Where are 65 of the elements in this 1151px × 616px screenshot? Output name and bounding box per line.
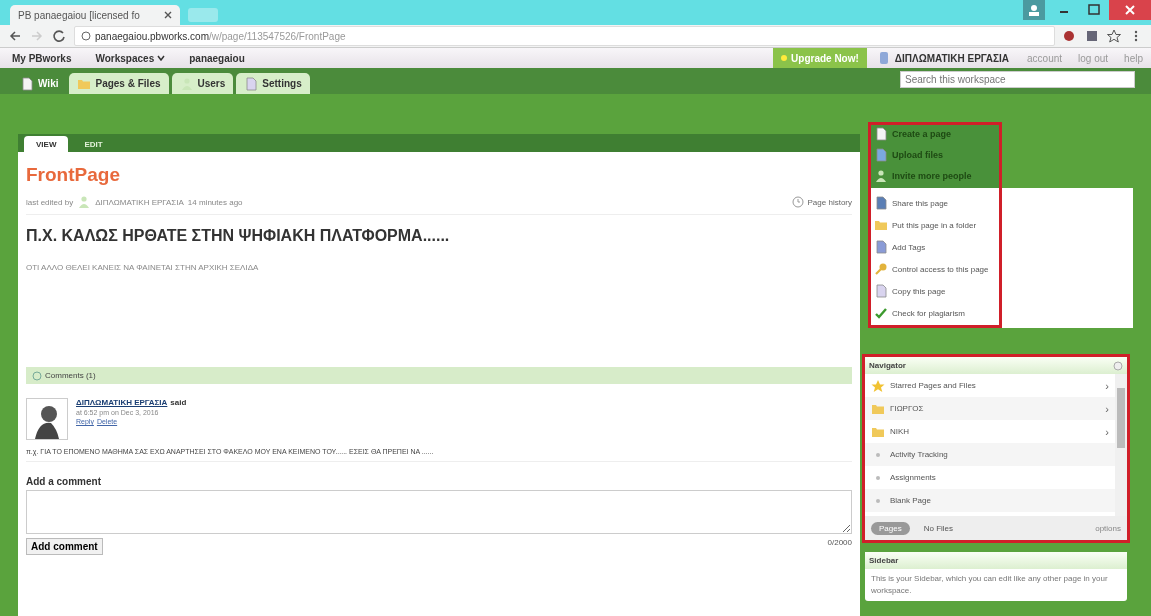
navigator-item[interactable]: Activity Tracking <box>865 443 1115 466</box>
nav-tab[interactable]: Pages & Files <box>69 73 169 94</box>
said-label: said <box>170 398 187 407</box>
navigator-item[interactable]: Blank Page <box>865 489 1115 512</box>
mode-tab[interactable]: VIEW <box>24 136 69 152</box>
reload-icon[interactable] <box>52 29 66 43</box>
key-icon <box>874 262 888 276</box>
top-nav-link[interactable]: My PBworks <box>0 52 84 64</box>
document-icon <box>874 127 888 141</box>
star-icon[interactable] <box>1107 29 1121 43</box>
document-icon <box>244 76 259 91</box>
panel-title: Sidebar <box>869 556 899 565</box>
action-link[interactable]: Add Tags <box>874 240 926 254</box>
person-icon <box>77 195 92 209</box>
close-icon[interactable] <box>164 11 172 19</box>
document-icon <box>20 76 34 91</box>
sidebar-text: This is your Sidebar, which you can edit like any other page in your workspace. <box>870 573 1109 597</box>
edit-info: last edited by <box>26 197 74 207</box>
user-name[interactable]: ΔΙΠΛΩΜΑΤΙΚΗ ΕΡΓΑΣΙΑ <box>894 52 1010 64</box>
edit-time: 14 minutes ago <box>187 197 243 207</box>
navigator-item[interactable]: ΝΙΚΗ › <box>865 420 1115 443</box>
address-bar[interactable]: panaegaiou.pbworks.com/w/page/113547526/FrontPage <box>74 26 1055 46</box>
nav-tab[interactable]: Settings <box>236 73 310 94</box>
avatar-silhouette <box>26 398 68 440</box>
action-link[interactable]: Copy this page <box>874 284 946 298</box>
character-counter: 0/2000 <box>827 538 852 547</box>
page-title: FrontPage <box>26 164 121 186</box>
nav-tab[interactable]: Users <box>171 73 234 94</box>
document-icon <box>874 284 888 298</box>
document-icon <box>874 240 888 254</box>
star-icon <box>871 378 885 393</box>
clock-icon <box>790 195 805 209</box>
browser-tab[interactable]: PB panaegaiou [licensed fo <box>10 5 180 25</box>
comments-header[interactable]: Comments (1) <box>26 367 852 384</box>
comment-author-link[interactable]: ΔΙΠΛΩΜΑΤΙΚΗ ΕΡΓΑΣΙΑ <box>76 398 168 407</box>
view-toggle[interactable]: No Files <box>915 521 962 535</box>
top-nav-link[interactable]: panaegaiou <box>177 52 257 64</box>
editor-link[interactable]: ΔΙΠΛΩΜΑΤΙΚΗ ΕΡΓΑΣΙΑ <box>95 197 184 207</box>
panel-title: Navigator <box>869 361 906 370</box>
mode-tab[interactable]: EDIT <box>72 136 115 152</box>
search-field[interactable]: Search this workspace <box>900 70 1135 88</box>
add-comment-label: Add a comment <box>26 476 102 487</box>
top-nav-link[interactable]: Workspaces <box>83 52 178 64</box>
checkmark-icon <box>874 306 888 320</box>
folder-icon <box>874 218 888 232</box>
action-link[interactable]: Control access to this page <box>874 262 989 276</box>
page-heading: Π.Χ. ΚΑΛΩΣ ΗΡΘΑΤΕ ΣΤΗΝ ΨΗΦΙΑΚΗ ΠΛΑΤΦΟΡΜΑ...... <box>26 227 451 245</box>
action-link[interactable]: Share this page <box>874 196 949 210</box>
navigator-item[interactable]: Assignments <box>865 466 1115 489</box>
add-comment-button[interactable]: Add comment <box>26 538 103 555</box>
navigator-item[interactable]: Starred Pages and Files › <box>865 374 1115 397</box>
navigator-item[interactable]: ΓΙΩΡΓΟΣ › <box>865 397 1115 420</box>
document-icon <box>874 196 888 210</box>
nav-tab[interactable]: Wiki <box>12 73 67 94</box>
page-text: ΟΤΙ ΑΛΛΟ ΘΕΛΕΙ ΚΑΝΕΙΣ ΝΑ ΦΑΙΝΕΤΑΙ ΣΤΗΝ ΑΡΧΙΚΗ ΣΕΛΙΔΑ <box>26 263 260 272</box>
scrollbar[interactable] <box>1115 374 1127 516</box>
back-icon[interactable] <box>8 29 22 43</box>
close-icon[interactable] <box>1109 0 1151 20</box>
action-link[interactable]: Put this page in a folder <box>874 218 977 232</box>
caret-icon[interactable] <box>157 55 166 61</box>
document-icon <box>874 148 888 162</box>
person-icon <box>874 169 888 183</box>
action-link[interactable]: Check for plagiarism <box>874 306 965 320</box>
page-history-link[interactable]: Page history <box>807 197 852 207</box>
comment-input[interactable] <box>26 490 852 534</box>
